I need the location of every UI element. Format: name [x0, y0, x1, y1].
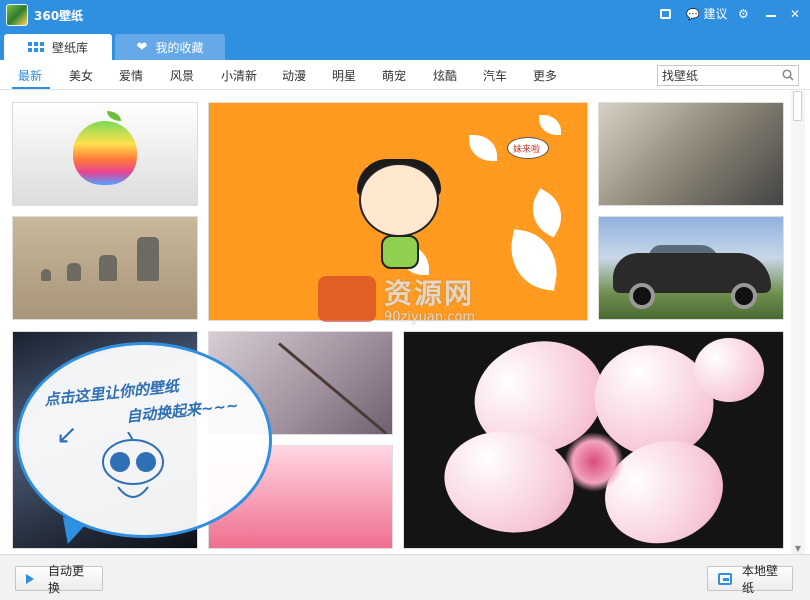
- category-beauty[interactable]: 美女: [69, 67, 93, 84]
- category-love[interactable]: 爱情: [119, 67, 143, 84]
- active-category-underline: [12, 87, 50, 89]
- gear-icon: ⚙: [738, 7, 749, 21]
- car-wheel: [629, 283, 655, 309]
- bud-shape: [694, 338, 764, 402]
- auto-change-button[interactable]: 自动更换: [15, 564, 103, 595]
- close-icon: ✕: [790, 7, 801, 21]
- flower-center-shape: [564, 432, 624, 492]
- category-latest[interactable]: 最新: [18, 67, 42, 84]
- picture-icon: [718, 572, 732, 585]
- minimize-button[interactable]: [766, 5, 778, 23]
- minimize-icon: [766, 15, 776, 17]
- heart-icon: ❤: [136, 39, 148, 55]
- thumbnail-fantasy-girl-wallpaper[interactable]: [598, 102, 784, 206]
- feedback-label: 建议: [703, 7, 728, 21]
- cartoon-body: [381, 235, 419, 269]
- feedback-button[interactable]: 💬 建议: [686, 5, 728, 23]
- scrollbar-thumb[interactable]: [793, 91, 802, 121]
- thumbnail-apple-wallpaper[interactable]: [12, 102, 198, 206]
- cartoon-bubble-text: 妹来啦: [513, 145, 541, 155]
- watermark: 资源网 90ziyuan.com: [318, 272, 498, 332]
- category-cars[interactable]: 汽车: [483, 67, 507, 84]
- leaf-shape: [469, 135, 497, 161]
- category-more[interactable]: 更多: [533, 67, 557, 84]
- leaf-shape: [539, 115, 561, 135]
- search-icon[interactable]: [782, 69, 794, 81]
- moai-figure: [137, 237, 159, 281]
- apple-shape: [73, 121, 137, 185]
- category-fresh[interactable]: 小清新: [221, 67, 257, 84]
- moai-figure: [99, 255, 117, 281]
- leaf-shape: [522, 188, 572, 238]
- search-input[interactable]: [658, 66, 776, 85]
- category-stars[interactable]: 明星: [332, 67, 356, 84]
- watermark-logo-icon: [318, 276, 376, 322]
- search-box: [657, 65, 799, 86]
- moai-figure: [41, 269, 51, 281]
- app-title: 360壁纸: [34, 9, 84, 23]
- scroll-down-arrow-icon[interactable]: ▼: [793, 544, 803, 554]
- app-logo-icon: [6, 4, 28, 26]
- thumbnail-moai-wallpaper[interactable]: [12, 216, 198, 320]
- doodle-alien-icon: [102, 432, 164, 498]
- close-button[interactable]: ✕: [790, 5, 802, 23]
- skin-icon: [660, 9, 671, 19]
- title-bar: 360壁纸 💬 建议 ⚙ ✕: [0, 0, 810, 30]
- auto-change-label: 自动更换: [48, 563, 85, 595]
- thumbnail-car-wallpaper[interactable]: [598, 216, 784, 320]
- category-pets[interactable]: 萌宠: [382, 67, 406, 84]
- thumbnail-flower-wallpaper[interactable]: [403, 331, 784, 549]
- leaf-shape: [504, 229, 564, 291]
- local-wallpaper-label: 本地壁纸: [742, 563, 779, 595]
- car-wheel: [731, 283, 757, 309]
- settings-button[interactable]: ⚙: [738, 5, 752, 23]
- cartoon-speech-bubble: 妹来啦: [507, 137, 549, 159]
- vertical-scrollbar[interactable]: ▼: [791, 91, 805, 554]
- moai-figure: [67, 263, 81, 281]
- category-anime[interactable]: 动漫: [282, 67, 306, 84]
- watermark-cn-text: 资源网: [384, 277, 475, 310]
- footer-bar: 自动更换 本地壁纸: [0, 554, 810, 600]
- grid-icon: [27, 42, 44, 52]
- cartoon-head: [359, 163, 439, 237]
- category-cool[interactable]: 炫酷: [433, 67, 457, 84]
- chat-icon: 💬: [686, 8, 700, 21]
- doodle-arrow-icon: ↙: [56, 420, 78, 450]
- tab-wallpaper-library[interactable]: 壁纸库: [4, 34, 112, 60]
- tab-label: 壁纸库: [51, 40, 88, 55]
- tab-label: 我的收藏: [155, 40, 204, 55]
- tab-my-favorites[interactable]: ❤ 我的收藏: [115, 34, 225, 60]
- branch-shape: [278, 342, 388, 434]
- play-icon: [26, 573, 34, 584]
- skin-button[interactable]: [660, 5, 674, 23]
- apple-leaf-shape: [107, 111, 121, 121]
- tab-bar: 壁纸库 ❤ 我的收藏: [0, 30, 810, 60]
- watermark-en-text: 90ziyuan.com: [384, 310, 476, 325]
- category-scenery[interactable]: 风景: [170, 67, 194, 84]
- local-wallpaper-button[interactable]: 本地壁纸: [707, 564, 793, 595]
